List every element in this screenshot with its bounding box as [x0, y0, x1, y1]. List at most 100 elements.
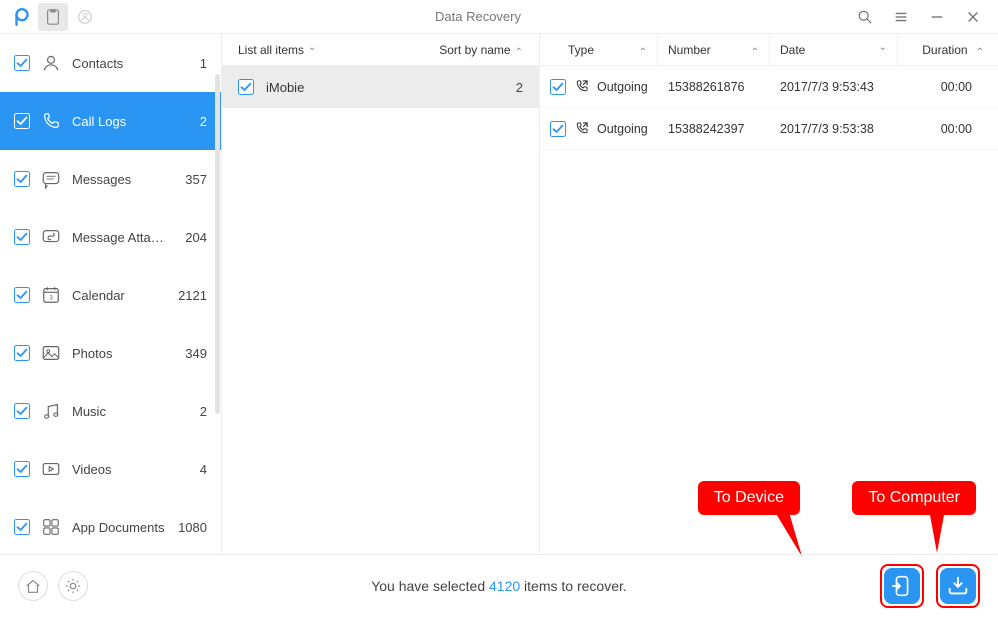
contact-icon — [40, 52, 62, 74]
settings-button[interactable] — [58, 571, 88, 601]
detail-header: Type Number Date Duration — [540, 34, 998, 66]
sidebar-checkbox[interactable] — [14, 403, 30, 419]
sidebar-item-label: Photos — [72, 346, 167, 361]
footer: You have selected 4120 items to recover. — [0, 554, 998, 617]
table-row[interactable]: Outgoing 153882423972017/7/3 9:53:3800:00 — [540, 108, 998, 150]
footer-status: You have selected 4120 items to recover. — [0, 578, 998, 594]
message-icon — [40, 168, 62, 190]
app-logo-icon — [8, 3, 36, 31]
sidebar-item-appdoc[interactable]: App Documents 1080 — [0, 498, 221, 554]
sidebar-item-label: Contacts — [72, 56, 167, 71]
close-icon[interactable] — [964, 8, 982, 26]
video-icon — [40, 458, 62, 480]
chevron-up-icon — [515, 44, 523, 55]
sidebar-item-count: 1 — [177, 56, 207, 71]
col-date[interactable]: Date — [770, 34, 898, 65]
sidebar-item-count: 204 — [177, 230, 207, 245]
chevron-up-icon — [976, 44, 984, 55]
window-title: Data Recovery — [100, 9, 856, 24]
sidebar: Contacts1Call Logs2Messages357Message At… — [0, 34, 222, 554]
sidebar-scrollbar[interactable] — [215, 74, 220, 414]
list-item-name: iMobie — [266, 80, 504, 95]
list-item-count: 2 — [516, 80, 523, 95]
sidebar-checkbox[interactable] — [14, 287, 30, 303]
sidebar-item-label: Messages — [72, 172, 167, 187]
sidebar-checkbox[interactable] — [14, 171, 30, 187]
sidebar-checkbox[interactable] — [14, 55, 30, 71]
tab-clipboard[interactable] — [38, 3, 68, 31]
sidebar-item-video[interactable]: Videos 4 — [0, 440, 221, 498]
call-number: 15388261876 — [658, 80, 770, 94]
phone-icon — [40, 110, 62, 132]
list-dropdown-label: List all items — [238, 43, 304, 57]
row-checkbox[interactable] — [550, 121, 566, 137]
sidebar-item-label: App Documents — [72, 520, 167, 535]
sidebar-item-count: 2121 — [177, 288, 207, 303]
attach-icon — [40, 226, 62, 248]
items-pane: List all items Sort by name iMobie 2 — [222, 34, 540, 554]
sidebar-checkbox[interactable] — [14, 229, 30, 245]
sidebar-item-label: Call Logs — [72, 114, 167, 129]
recover-to-computer-button[interactable] — [936, 564, 980, 608]
minimize-icon[interactable] — [928, 8, 946, 26]
table-row[interactable]: Outgoing 153882618762017/7/3 9:53:4300:00 — [540, 66, 998, 108]
sidebar-checkbox[interactable] — [14, 461, 30, 477]
title-bar: Data Recovery — [0, 0, 998, 34]
sidebar-item-label: Videos — [72, 462, 167, 477]
search-icon[interactable] — [856, 8, 874, 26]
sidebar-checkbox[interactable] — [14, 519, 30, 535]
sidebar-item-phone[interactable]: Call Logs2 — [0, 92, 221, 150]
row-checkbox[interactable] — [238, 79, 254, 95]
call-duration: 00:00 — [898, 122, 994, 136]
sidebar-item-message[interactable]: Messages 357 — [0, 150, 221, 208]
selected-count: 4120 — [489, 578, 520, 594]
sidebar-item-count: 357 — [177, 172, 207, 187]
col-duration[interactable]: Duration — [898, 34, 994, 65]
sidebar-item-label: Music — [72, 404, 167, 419]
recover-to-device-button[interactable] — [880, 564, 924, 608]
music-icon — [40, 400, 62, 422]
sidebar-item-count: 4 — [177, 462, 207, 477]
outgoing-call-icon — [574, 79, 589, 94]
list-item[interactable]: iMobie 2 — [222, 66, 539, 108]
call-type: Outgoing — [597, 80, 648, 94]
tooltip-to-computer: To Computer — [852, 481, 976, 515]
sidebar-item-calendar[interactable]: Calendar 2121 — [0, 266, 221, 324]
sidebar-item-photo[interactable]: Photos 349 — [0, 324, 221, 382]
outgoing-call-icon — [574, 121, 589, 136]
home-button[interactable] — [18, 571, 48, 601]
tooltip-to-device: To Device — [698, 481, 800, 515]
chevron-up-icon — [639, 44, 647, 55]
call-duration: 00:00 — [898, 80, 994, 94]
detail-pane: Type Number Date Duration Outgoing 153882… — [540, 34, 998, 554]
list-dropdown[interactable]: List all items — [238, 43, 439, 57]
sidebar-item-label: Calendar — [72, 288, 167, 303]
sidebar-checkbox[interactable] — [14, 345, 30, 361]
sidebar-item-count: 2 — [177, 404, 207, 419]
call-date: 2017/7/3 9:53:38 — [770, 122, 898, 136]
chevron-up-icon — [751, 44, 759, 55]
row-checkbox[interactable] — [550, 79, 566, 95]
chevron-down-icon — [308, 44, 316, 55]
sidebar-item-count: 349 — [177, 346, 207, 361]
sidebar-item-attach[interactable]: Message Attach... 204 — [0, 208, 221, 266]
col-type[interactable]: Type — [540, 34, 658, 65]
calendar-icon — [40, 284, 62, 306]
call-date: 2017/7/3 9:53:43 — [770, 80, 898, 94]
to-device-icon — [889, 573, 915, 599]
main-area: Contacts1Call Logs2Messages357Message At… — [0, 34, 998, 554]
sidebar-item-label: Message Attach... — [72, 230, 167, 245]
sidebar-item-count: 1080 — [177, 520, 207, 535]
appdoc-icon — [40, 516, 62, 538]
sidebar-item-contact[interactable]: Contacts 1 — [0, 34, 221, 92]
to-computer-icon — [945, 573, 971, 599]
col-number[interactable]: Number — [658, 34, 770, 65]
menu-icon[interactable] — [892, 8, 910, 26]
call-number: 15388242397 — [658, 122, 770, 136]
sidebar-checkbox[interactable] — [14, 113, 30, 129]
sidebar-item-music[interactable]: Music 2 — [0, 382, 221, 440]
sort-dropdown[interactable]: Sort by name — [439, 43, 523, 57]
photo-icon — [40, 342, 62, 364]
call-type: Outgoing — [597, 122, 648, 136]
sort-dropdown-label: Sort by name — [439, 43, 510, 57]
